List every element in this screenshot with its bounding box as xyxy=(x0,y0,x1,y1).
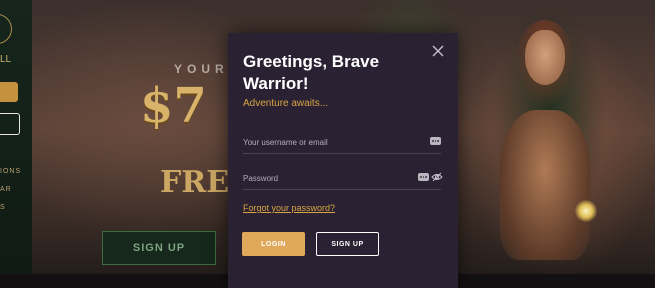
glowing-orb-image xyxy=(575,200,597,222)
warrior-body-image xyxy=(500,110,590,260)
login-button[interactable]: LOGIN xyxy=(242,232,305,256)
more-dots-icon[interactable] xyxy=(418,173,429,181)
forgot-password-link[interactable]: Forgot your password? xyxy=(243,203,335,213)
eye-off-icon[interactable] xyxy=(431,172,443,182)
username-field xyxy=(243,133,441,154)
login-modal: Greetings, Brave Warrior! Adventure awai… xyxy=(228,33,458,288)
side-login-button[interactable] xyxy=(0,82,18,102)
side-menu-item-promotions[interactable]: IONS xyxy=(0,168,21,175)
modal-title: Greetings, Brave Warrior! xyxy=(243,52,380,93)
side-menu-item-2[interactable]: AR xyxy=(0,186,12,193)
promo-amount: $7 xyxy=(140,78,207,134)
modal-subtitle: Adventure awaits... xyxy=(243,98,329,109)
warrior-face-image xyxy=(525,30,565,85)
more-dots-icon[interactable] xyxy=(430,137,441,145)
side-menu-item-3[interactable]: S xyxy=(0,204,5,211)
username-input[interactable] xyxy=(243,133,413,151)
side-navigation: LL IONS AR S xyxy=(0,0,32,288)
password-input[interactable] xyxy=(243,169,413,187)
side-signup-button[interactable] xyxy=(0,113,20,135)
background-signup-button[interactable]: SIGN UP xyxy=(102,231,216,265)
brand-logo-text: LL xyxy=(0,54,12,65)
signup-button[interactable]: SIGN UP xyxy=(316,232,379,256)
password-field xyxy=(243,169,443,190)
brand-logo[interactable] xyxy=(0,14,12,44)
